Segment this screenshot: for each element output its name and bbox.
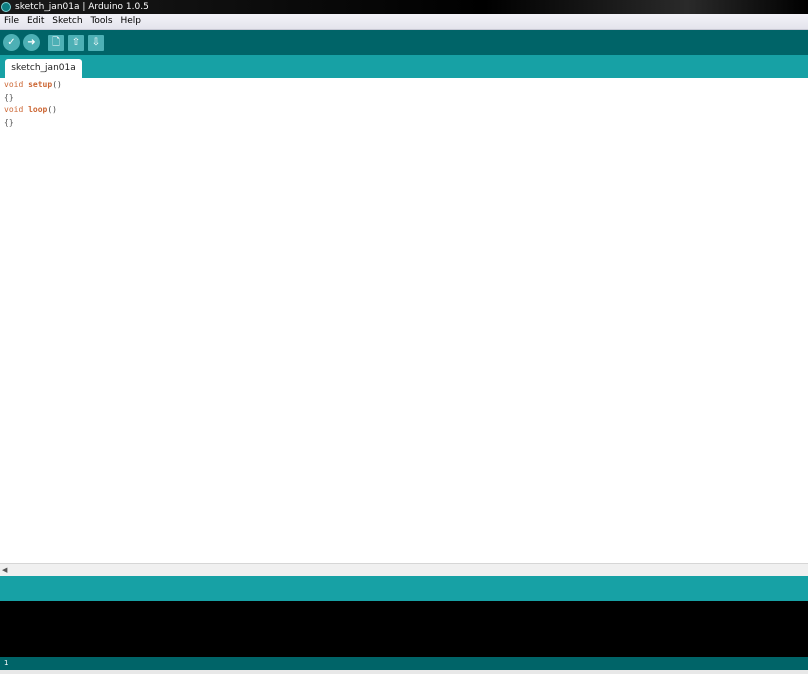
right-arrow-icon: ➜ bbox=[27, 37, 36, 48]
menu-tools[interactable]: Tools bbox=[89, 14, 113, 29]
down-arrow-icon: ⇩ bbox=[91, 37, 101, 48]
line-number: 1 bbox=[4, 659, 9, 667]
console-output bbox=[0, 601, 808, 657]
parens: () bbox=[47, 105, 57, 114]
function-name: setup bbox=[28, 80, 53, 89]
menu-help[interactable]: Help bbox=[120, 14, 143, 29]
verify-button[interactable]: ✓ bbox=[3, 34, 20, 51]
footer-bar: 1 bbox=[0, 657, 808, 670]
arduino-logo-icon bbox=[1, 2, 11, 12]
title-bar: sketch_jan01a | Arduino 1.0.5 bbox=[0, 0, 808, 14]
save-button[interactable]: ⇩ bbox=[88, 35, 104, 51]
status-bar bbox=[0, 576, 808, 601]
horizontal-scrollbar[interactable]: ◀ bbox=[0, 563, 808, 576]
keyword: void bbox=[4, 105, 24, 114]
tab-bar: sketch_jan01a bbox=[0, 55, 808, 78]
code-line-1: void setup() bbox=[4, 79, 62, 91]
code-editor[interactable]: void setup() {} void loop() {} bbox=[0, 78, 808, 563]
menu-bar: File Edit Sketch Tools Help bbox=[0, 14, 808, 30]
tab-sketch[interactable]: sketch_jan01a bbox=[5, 59, 82, 78]
code-line-4: {} bbox=[4, 118, 14, 127]
open-button[interactable]: ⇧ bbox=[68, 35, 84, 51]
window-title: sketch_jan01a | Arduino 1.0.5 bbox=[15, 2, 149, 12]
code-line-2: {} bbox=[4, 93, 14, 102]
parens: () bbox=[52, 80, 62, 89]
code-line-3: void loop() bbox=[4, 104, 57, 116]
up-arrow-icon: ⇧ bbox=[71, 37, 81, 48]
scroll-left-icon[interactable]: ◀ bbox=[2, 564, 7, 576]
menu-file[interactable]: File bbox=[3, 14, 20, 29]
window-bottom-edge bbox=[0, 670, 808, 674]
keyword: void bbox=[4, 80, 24, 89]
menu-edit[interactable]: Edit bbox=[26, 14, 45, 29]
checkmark-icon: ✓ bbox=[7, 37, 16, 48]
function-name: loop bbox=[28, 105, 48, 114]
new-file-icon: 🗋 bbox=[51, 37, 61, 48]
toolbar: ✓ ➜ 🗋 ⇧ ⇩ bbox=[0, 30, 808, 55]
menu-sketch[interactable]: Sketch bbox=[51, 14, 83, 29]
upload-button[interactable]: ➜ bbox=[23, 34, 40, 51]
new-button[interactable]: 🗋 bbox=[48, 35, 64, 51]
